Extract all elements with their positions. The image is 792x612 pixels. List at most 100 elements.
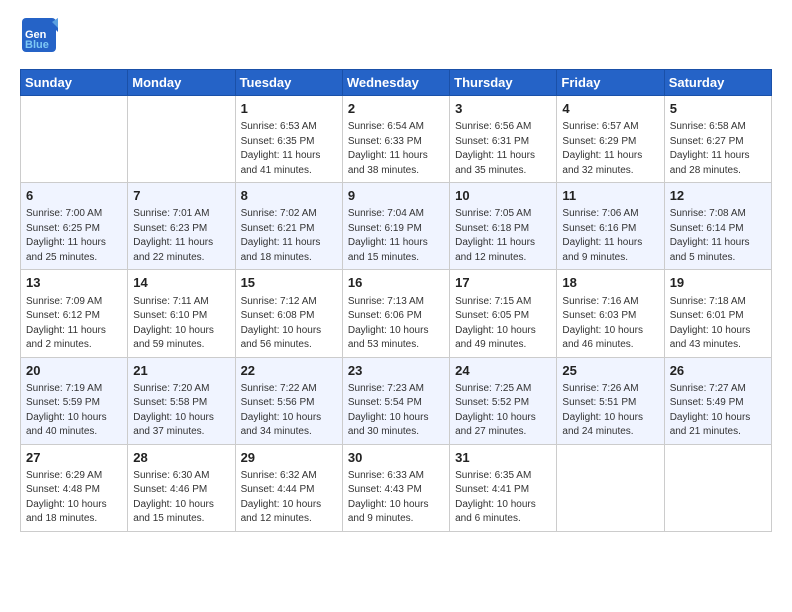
calendar-cell: 5 Sunrise: 6:58 AMSunset: 6:27 PMDaylight… bbox=[664, 96, 771, 183]
calendar-cell: 6Sunrise: 7:00 AMSunset: 6:25 PMDaylight… bbox=[21, 183, 128, 270]
calendar-cell: 24Sunrise: 7:25 AMSunset: 5:52 PMDayligh… bbox=[450, 357, 557, 444]
day-number: 5 bbox=[670, 100, 766, 118]
cell-info: Sunrise: 7:26 AMSunset: 5:51 PMDaylight:… bbox=[562, 382, 658, 440]
cell-info: Sunrise: 7:11 AMSunset: 6:10 PMDaylight:… bbox=[133, 295, 229, 353]
calendar-table: SundayMondayTuesdayWednesdayThursdayFrid… bbox=[20, 69, 772, 532]
day-number: 26 bbox=[670, 362, 766, 380]
calendar-cell bbox=[664, 444, 771, 531]
cell-info: Sunrise: 7:04 AMSunset: 6:19 PMDaylight:… bbox=[348, 207, 444, 265]
cell-info: Sunrise: 7:23 AMSunset: 5:54 PMDaylight:… bbox=[348, 382, 444, 440]
calendar-cell: 20 Sunrise: 7:19 AMSunset: 5:59 PMDayligh… bbox=[21, 357, 128, 444]
cell-info: Sunrise: 6:56 AMSunset: 6:31 PMDaylight:… bbox=[455, 120, 551, 178]
calendar-cell: 27 Sunrise: 6:29 AMSunset: 4:48 PMDayligh… bbox=[21, 444, 128, 531]
cell-info: Sunrise: 7:20 AMSunset: 5:58 PMDaylight:… bbox=[133, 382, 229, 440]
day-number: 20 bbox=[26, 362, 122, 380]
calendar-week-5: 27 Sunrise: 6:29 AMSunset: 4:48 PMDayligh… bbox=[21, 444, 772, 531]
calendar-cell: 16Sunrise: 7:13 AMSunset: 6:06 PMDayligh… bbox=[342, 270, 449, 357]
cell-info: Sunrise: 7:09 AMSunset: 6:12 PMDaylight:… bbox=[26, 295, 122, 353]
cell-info: Sunrise: 6:32 AMSunset: 4:44 PMDaylight:… bbox=[241, 469, 337, 527]
weekday-header-thursday: Thursday bbox=[450, 70, 557, 96]
day-number: 31 bbox=[455, 449, 551, 467]
calendar-cell: 19 Sunrise: 7:18 AMSunset: 6:01 PMDayligh… bbox=[664, 270, 771, 357]
calendar-cell: 2 Sunrise: 6:54 AMSunset: 6:33 PMDaylight… bbox=[342, 96, 449, 183]
svg-text:Blue: Blue bbox=[25, 39, 49, 51]
day-number: 18 bbox=[562, 274, 658, 292]
cell-info: Sunrise: 6:29 AMSunset: 4:48 PMDaylight:… bbox=[26, 469, 122, 527]
cell-info: Sunrise: 7:18 AMSunset: 6:01 PMDaylight:… bbox=[670, 295, 766, 353]
day-number: 15 bbox=[241, 274, 337, 292]
calendar-cell: 31 Sunrise: 6:35 AMSunset: 4:41 PMDayligh… bbox=[450, 444, 557, 531]
day-number: 3 bbox=[455, 100, 551, 118]
calendar-cell: 21 Sunrise: 7:20 AMSunset: 5:58 PMDayligh… bbox=[128, 357, 235, 444]
calendar-week-4: 20 Sunrise: 7:19 AMSunset: 5:59 PMDayligh… bbox=[21, 357, 772, 444]
logo-icon: Gen Blue bbox=[20, 16, 58, 54]
cell-info: Sunrise: 6:54 AMSunset: 6:33 PMDaylight:… bbox=[348, 120, 444, 178]
calendar-cell: 4 Sunrise: 6:57 AMSunset: 6:29 PMDaylight… bbox=[557, 96, 664, 183]
calendar-cell: 8Sunrise: 7:02 AMSunset: 6:21 PMDaylight… bbox=[235, 183, 342, 270]
weekday-header-sunday: Sunday bbox=[21, 70, 128, 96]
logo: Gen Blue bbox=[20, 16, 64, 59]
day-number: 17 bbox=[455, 274, 551, 292]
cell-info: Sunrise: 6:35 AMSunset: 4:41 PMDaylight:… bbox=[455, 469, 551, 527]
day-number: 12 bbox=[670, 187, 766, 205]
day-number: 19 bbox=[670, 274, 766, 292]
calendar-cell: 22Sunrise: 7:22 AMSunset: 5:56 PMDayligh… bbox=[235, 357, 342, 444]
calendar-page: Gen Blue SundayMondayTuesdayWednesdayThu… bbox=[0, 0, 792, 612]
calendar-cell: 26Sunrise: 7:27 AMSunset: 5:49 PMDayligh… bbox=[664, 357, 771, 444]
cell-info: Sunrise: 6:33 AMSunset: 4:43 PMDaylight:… bbox=[348, 469, 444, 527]
day-number: 22 bbox=[241, 362, 337, 380]
day-number: 8 bbox=[241, 187, 337, 205]
day-number: 25 bbox=[562, 362, 658, 380]
calendar-cell: 29 Sunrise: 6:32 AMSunset: 4:44 PMDayligh… bbox=[235, 444, 342, 531]
weekday-header-friday: Friday bbox=[557, 70, 664, 96]
day-number: 10 bbox=[455, 187, 551, 205]
day-number: 1 bbox=[241, 100, 337, 118]
cell-info: Sunrise: 7:16 AMSunset: 6:03 PMDaylight:… bbox=[562, 295, 658, 353]
day-number: 28 bbox=[133, 449, 229, 467]
calendar-week-2: 6Sunrise: 7:00 AMSunset: 6:25 PMDaylight… bbox=[21, 183, 772, 270]
cell-info: Sunrise: 7:25 AMSunset: 5:52 PMDaylight:… bbox=[455, 382, 551, 440]
cell-info: Sunrise: 6:53 AMSunset: 6:35 PMDaylight:… bbox=[241, 120, 337, 178]
cell-info: Sunrise: 6:58 AMSunset: 6:27 PMDaylight:… bbox=[670, 120, 766, 178]
cell-info: Sunrise: 7:08 AMSunset: 6:14 PMDaylight:… bbox=[670, 207, 766, 265]
day-number: 9 bbox=[348, 187, 444, 205]
day-number: 4 bbox=[562, 100, 658, 118]
day-number: 14 bbox=[133, 274, 229, 292]
calendar-cell: 23Sunrise: 7:23 AMSunset: 5:54 PMDayligh… bbox=[342, 357, 449, 444]
cell-info: Sunrise: 7:05 AMSunset: 6:18 PMDaylight:… bbox=[455, 207, 551, 265]
calendar-cell: 12 Sunrise: 7:08 AMSunset: 6:14 PMDayligh… bbox=[664, 183, 771, 270]
calendar-cell: 14 Sunrise: 7:11 AMSunset: 6:10 PMDayligh… bbox=[128, 270, 235, 357]
calendar-cell: 30 Sunrise: 6:33 AMSunset: 4:43 PMDayligh… bbox=[342, 444, 449, 531]
cell-info: Sunrise: 7:15 AMSunset: 6:05 PMDaylight:… bbox=[455, 295, 551, 353]
calendar-cell: 7Sunrise: 7:01 AMSunset: 6:23 PMDaylight… bbox=[128, 183, 235, 270]
header: Gen Blue bbox=[20, 16, 772, 59]
weekday-header-row: SundayMondayTuesdayWednesdayThursdayFrid… bbox=[21, 70, 772, 96]
weekday-header-tuesday: Tuesday bbox=[235, 70, 342, 96]
day-number: 16 bbox=[348, 274, 444, 292]
calendar-cell: 10 Sunrise: 7:05 AMSunset: 6:18 PMDayligh… bbox=[450, 183, 557, 270]
calendar-cell bbox=[557, 444, 664, 531]
calendar-cell: 11 Sunrise: 7:06 AMSunset: 6:16 PMDayligh… bbox=[557, 183, 664, 270]
day-number: 30 bbox=[348, 449, 444, 467]
cell-info: Sunrise: 6:57 AMSunset: 6:29 PMDaylight:… bbox=[562, 120, 658, 178]
day-number: 2 bbox=[348, 100, 444, 118]
day-number: 11 bbox=[562, 187, 658, 205]
calendar-cell: 1 Sunrise: 6:53 AMSunset: 6:35 PMDaylight… bbox=[235, 96, 342, 183]
day-number: 21 bbox=[133, 362, 229, 380]
day-number: 7 bbox=[133, 187, 229, 205]
day-number: 29 bbox=[241, 449, 337, 467]
calendar-cell: 25 Sunrise: 7:26 AMSunset: 5:51 PMDayligh… bbox=[557, 357, 664, 444]
day-number: 13 bbox=[26, 274, 122, 292]
cell-info: Sunrise: 7:12 AMSunset: 6:08 PMDaylight:… bbox=[241, 295, 337, 353]
calendar-week-1: 1 Sunrise: 6:53 AMSunset: 6:35 PMDaylight… bbox=[21, 96, 772, 183]
day-number: 6 bbox=[26, 187, 122, 205]
day-number: 27 bbox=[26, 449, 122, 467]
cell-info: Sunrise: 7:19 AMSunset: 5:59 PMDaylight:… bbox=[26, 382, 122, 440]
weekday-header-saturday: Saturday bbox=[664, 70, 771, 96]
cell-info: Sunrise: 6:30 AMSunset: 4:46 PMDaylight:… bbox=[133, 469, 229, 527]
calendar-cell: 28 Sunrise: 6:30 AMSunset: 4:46 PMDayligh… bbox=[128, 444, 235, 531]
weekday-header-wednesday: Wednesday bbox=[342, 70, 449, 96]
calendar-cell: 17 Sunrise: 7:15 AMSunset: 6:05 PMDayligh… bbox=[450, 270, 557, 357]
cell-info: Sunrise: 7:06 AMSunset: 6:16 PMDaylight:… bbox=[562, 207, 658, 265]
calendar-cell bbox=[128, 96, 235, 183]
